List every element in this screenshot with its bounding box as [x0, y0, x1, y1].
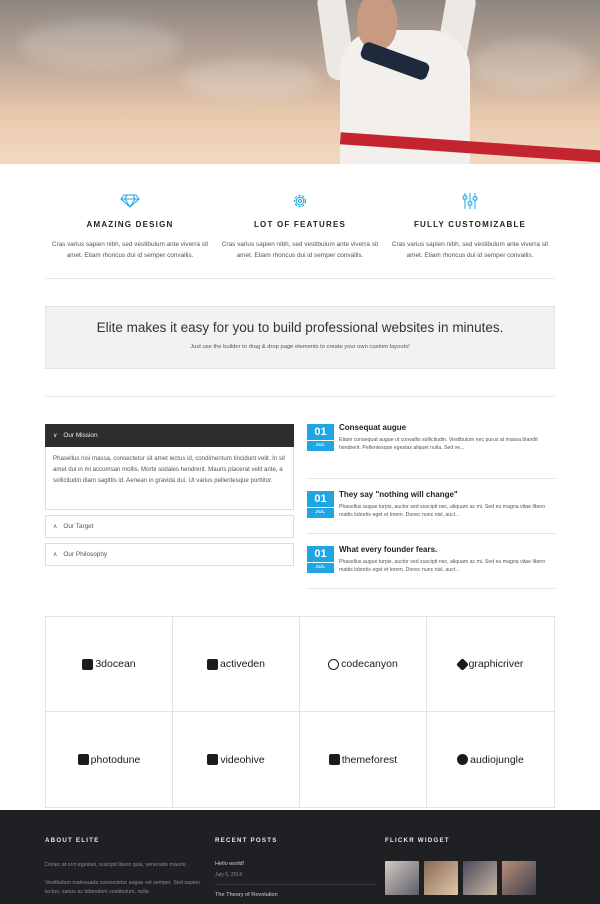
- graphicriver-logo-icon: [455, 657, 469, 671]
- footer-heading: FLICKR WIDGET: [385, 837, 450, 844]
- features-row: AMAZING DESIGN Cras varius sapien nibh, …: [0, 164, 600, 278]
- client-logo-themeforest[interactable]: themeforest: [300, 712, 427, 807]
- chevron-up-icon: ∧: [53, 552, 58, 558]
- footer-recent-posts: RECENT POSTS Hello world! July 5, 2014 T…: [215, 837, 385, 904]
- divider: [45, 396, 555, 397]
- flickr-thumbnail[interactable]: [385, 861, 419, 895]
- recent-posts-list: 01 JUL Consequat augue Etiam consequat a…: [307, 423, 555, 594]
- post-excerpt: Phasellus augue turpis, auctor sed susci…: [339, 559, 546, 574]
- feature-fully-customizable: FULLY CUSTOMIZABLE Cras varius sapien ni…: [385, 192, 555, 278]
- post-excerpt: Etiam consequat augue ut convallis solli…: [339, 437, 538, 452]
- date-month: JUL: [307, 440, 334, 449]
- divider: [45, 278, 555, 279]
- cta-title: Elite makes it easy for you to build pro…: [96, 320, 504, 335]
- accordion-body: Phasellus nisi massa, consectetur sit am…: [45, 447, 294, 510]
- feature-lot-of-features: LOT OF FEATURES Cras varius sapien nibh,…: [215, 192, 385, 278]
- feature-title: AMAZING DESIGN: [86, 220, 174, 229]
- cloud-shape: [470, 40, 590, 90]
- date-month: JUL: [307, 507, 334, 516]
- footer: ABOUT ELITE Donec at orci egestas, susci…: [0, 810, 600, 904]
- gear-icon: [215, 192, 385, 210]
- flickr-thumbnails: [385, 861, 555, 895]
- man-head: [357, 0, 397, 50]
- accordion-label: Our Philosophy: [63, 551, 108, 558]
- photodune-logo-icon: [77, 754, 89, 765]
- client-logo-audiojungle[interactable]: audiojungle: [427, 712, 554, 807]
- feature-title: FULLY CUSTOMIZABLE: [413, 220, 527, 229]
- footer-heading: RECENT POSTS: [215, 837, 278, 844]
- recent-post-date: July 5, 2014: [215, 872, 375, 885]
- feature-amazing-design: AMAZING DESIGN Cras varius sapien nibh, …: [45, 192, 215, 278]
- flickr-thumbnail[interactable]: [424, 861, 458, 895]
- post-item: 01 JUL They say "nothing will change" Ph…: [307, 479, 555, 534]
- date-badge: 01 JUL: [307, 491, 334, 518]
- cta-box: Elite makes it easy for you to build pro…: [45, 306, 555, 369]
- cloud-shape: [20, 20, 180, 70]
- flickr-thumbnail[interactable]: [463, 861, 497, 895]
- 3docean-logo-icon: [82, 658, 94, 670]
- feature-text: Cras varius sapien nibh, sed vestibulum …: [221, 241, 379, 259]
- flickr-thumbnail[interactable]: [502, 861, 536, 895]
- videohive-logo-icon: [207, 754, 219, 765]
- post-item: 01 JUL Consequat augue Etiam consequat a…: [307, 423, 555, 479]
- hero-image: [0, 0, 600, 164]
- post-title-link[interactable]: They say "nothing will change": [339, 490, 555, 499]
- accordion-label: Our Target: [63, 523, 94, 530]
- chevron-down-icon: ∨: [53, 433, 58, 439]
- feature-title: LOT OF FEATURES: [253, 220, 347, 229]
- post-excerpt: Phasellus augue turpis, auctor sed susci…: [339, 504, 546, 519]
- feature-text: Cras varius sapien nibh, sed vestibulum …: [51, 241, 209, 259]
- date-month: JUL: [307, 562, 334, 571]
- recent-post-link[interactable]: The Theory of Revolution: [215, 892, 385, 898]
- client-logos-grid: 3docean activeden codecanyon graphicrive…: [45, 616, 555, 808]
- footer-about-text: Donec at orci egestas, suscipit libero q…: [45, 862, 187, 868]
- codecanyon-logo-icon: [328, 658, 340, 670]
- footer-about: ABOUT ELITE Donec at orci egestas, susci…: [45, 837, 215, 904]
- client-logo-activeden[interactable]: activeden: [173, 617, 300, 712]
- post-title-link[interactable]: What every founder fears.: [339, 545, 555, 554]
- themeforest-logo-icon: [328, 754, 340, 765]
- chevron-up-icon: ∧: [53, 524, 58, 530]
- cta-subtitle: Just use the builder to drag & drop page…: [190, 344, 410, 350]
- activeden-logo-icon: [207, 658, 219, 670]
- accordion-header-our-mission[interactable]: ∨ Our Mission: [45, 424, 294, 447]
- client-logo-codecanyon[interactable]: codecanyon: [300, 617, 427, 712]
- footer-heading: ABOUT ELITE: [45, 837, 100, 844]
- footer-flickr: FLICKR WIDGET: [385, 837, 555, 904]
- footer-about-text: Vestibulum malesuada consectetur augue v…: [45, 880, 200, 895]
- post-title-link[interactable]: Consequat augue: [339, 423, 555, 432]
- date-badge: 01 JUL: [307, 546, 334, 573]
- audiojungle-logo-icon: [457, 754, 469, 765]
- date-badge: 01 JUL: [307, 424, 334, 451]
- accordion-header-our-philosophy[interactable]: ∧ Our Philosophy: [45, 543, 294, 566]
- post-item: 01 JUL What every founder fears. Phasell…: [307, 534, 555, 589]
- diamond-icon: [45, 192, 215, 210]
- cloud-shape: [180, 60, 320, 100]
- sliders-icon: [385, 192, 555, 210]
- accordion-label: Our Mission: [63, 432, 98, 439]
- client-logo-videohive[interactable]: videohive: [173, 712, 300, 807]
- client-logo-photodune[interactable]: photodune: [46, 712, 173, 807]
- date-day: 01: [314, 426, 327, 438]
- accordion-header-our-target[interactable]: ∧ Our Target: [45, 515, 294, 538]
- content-row: ∨ Our Mission Phasellus nisi massa, cons…: [45, 423, 555, 594]
- client-logo-3docean[interactable]: 3docean: [46, 617, 173, 712]
- client-logo-graphicriver[interactable]: graphicriver: [427, 617, 554, 712]
- feature-text: Cras varius sapien nibh, sed vestibulum …: [391, 241, 549, 259]
- accordion: ∨ Our Mission Phasellus nisi massa, cons…: [45, 424, 294, 594]
- recent-post-link[interactable]: Hello world!: [215, 861, 385, 867]
- date-day: 01: [314, 493, 327, 505]
- date-day: 01: [314, 548, 327, 560]
